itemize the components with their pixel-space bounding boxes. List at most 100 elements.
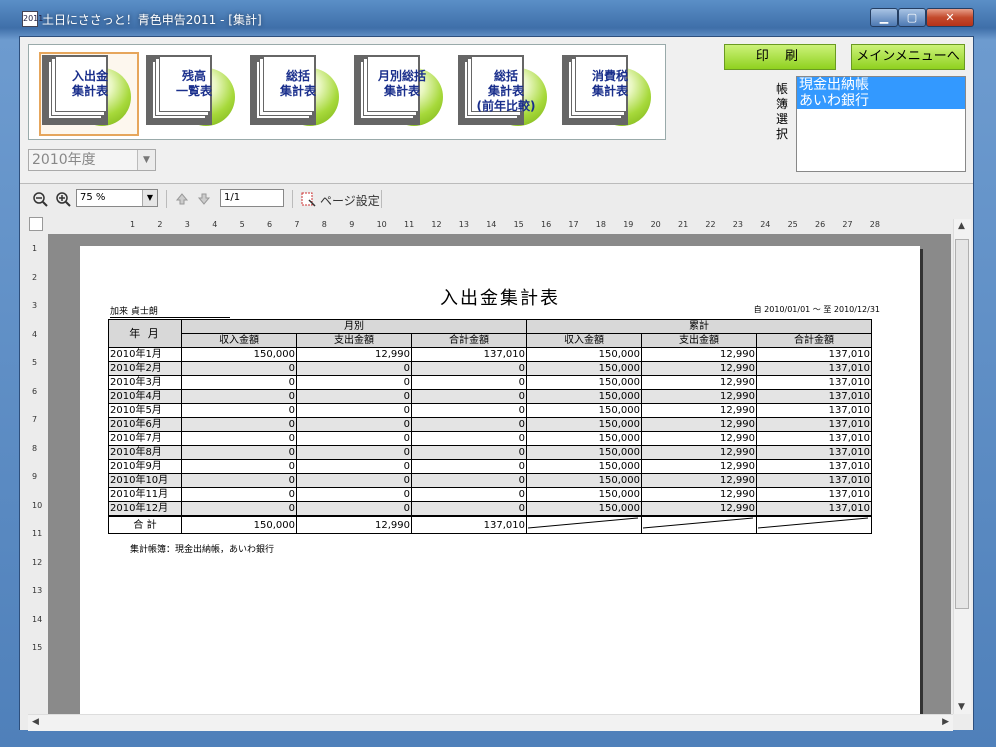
zoom-in-icon[interactable] — [55, 191, 71, 207]
table-row: 2010年9月 0 0 0 150,000 12,990 137,010 — [108, 459, 872, 474]
table-cell: 0 — [296, 417, 412, 432]
ruler-tick: 6 — [32, 386, 38, 396]
ruler-tick: 4 — [32, 329, 38, 339]
col-header-month: 年 月 — [108, 319, 182, 348]
table-cell: 合 計 — [108, 515, 182, 534]
table-cell: 150,000 — [526, 417, 642, 432]
table-row: 2010年8月 0 0 0 150,000 12,990 137,010 — [108, 445, 872, 460]
table-cell: 0 — [411, 445, 527, 460]
report-button[interactable]: 残高 一覧表 — [145, 54, 241, 134]
table-cell: 0 — [181, 473, 297, 488]
zoom-select[interactable]: 75 % ▼ — [76, 189, 158, 207]
prev-page-icon[interactable] — [175, 192, 189, 206]
report-button[interactable]: 総括 集計表 (前年比較) — [457, 54, 553, 134]
table-cell: 12,990 — [641, 473, 757, 488]
ruler-tick: 5 — [32, 358, 38, 367]
table-cell: 150,000 — [526, 361, 642, 376]
table-row: 2010年3月 0 0 0 150,000 12,990 137,010 — [108, 375, 872, 390]
table-row: 2010年6月 0 0 0 150,000 12,990 137,010 — [108, 417, 872, 432]
ledger-item[interactable]: 現金出納帳 — [797, 77, 965, 93]
table-cell: 0 — [411, 403, 527, 418]
report-button[interactable]: 入出金 集計表 — [39, 52, 139, 136]
table-cell: 12,990 — [641, 459, 757, 474]
main-menu-button[interactable]: メインメニューへ — [851, 44, 965, 70]
ledger-list[interactable]: 現金出納帳 あいわ銀行 — [796, 76, 966, 172]
scroll-down-icon[interactable]: ▼ — [958, 702, 965, 712]
col-header-income: 収入金額 — [181, 333, 297, 348]
ruler-tick: 10 — [32, 500, 43, 510]
ruler-tick: 4 — [212, 220, 218, 229]
table-cell: 0 — [181, 501, 297, 517]
col-header-income: 収入金額 — [526, 333, 642, 348]
table-cell: 0 — [181, 389, 297, 404]
chevron-down-icon[interactable]: ▼ — [137, 150, 155, 170]
table-cell: 12,990 — [641, 417, 757, 432]
scroll-right-icon[interactable]: ▶ — [942, 717, 949, 727]
table-cell: 0 — [411, 361, 527, 376]
ruler-tick: 8 — [321, 220, 327, 229]
ruler-tick: 2 — [157, 220, 163, 229]
table-cell: 12,990 — [296, 515, 412, 534]
total-row: 合 計 150,000 12,990 137,010 — [108, 515, 872, 534]
scroll-up-icon[interactable]: ▲ — [958, 221, 965, 231]
document-stack-icon: 消費税 集計表 — [575, 56, 628, 112]
page-setup-icon[interactable] — [301, 192, 316, 207]
print-button[interactable]: 印 刷 — [724, 44, 836, 70]
preview-page-area: 入出金集計表 加来 貞士朗 自 2010/01/01 ～ 至 2010/12/3… — [48, 234, 951, 714]
table-cell: 150,000 — [526, 431, 642, 446]
maximize-button[interactable]: ▢ — [898, 8, 926, 27]
ruler-tick: 21 — [678, 220, 689, 229]
document-stack-icon: 月別総括 集計表 — [367, 56, 426, 112]
vertical-scrollbar[interactable]: ▲ ▼ — [953, 219, 971, 714]
table-cell: 137,010 — [411, 347, 527, 362]
chevron-down-icon[interactable]: ▼ — [142, 190, 157, 206]
table-cell: 0 — [296, 445, 412, 460]
zoom-out-icon[interactable] — [32, 191, 48, 207]
table-cell: 0 — [296, 473, 412, 488]
scrollbar-thumb[interactable] — [955, 239, 969, 609]
table-cell: 2010年8月 — [108, 445, 182, 460]
ruler-tick: 6 — [267, 220, 273, 229]
table-cell: 0 — [296, 403, 412, 418]
table-cell: 0 — [181, 403, 297, 418]
next-page-icon[interactable] — [197, 192, 211, 206]
table-cell: 137,010 — [756, 361, 872, 376]
scroll-left-icon[interactable]: ◀ — [32, 717, 39, 727]
ruler-tick: 9 — [349, 220, 355, 229]
page-number-input[interactable]: 1/1 — [220, 189, 284, 207]
table-cell: 0 — [296, 375, 412, 390]
toolbar-divider — [381, 190, 382, 208]
ruler-tick: 13 — [32, 586, 43, 595]
horizontal-scrollbar[interactable]: ◀ ▶ — [28, 714, 953, 731]
diagonal-line — [642, 517, 754, 529]
report-button[interactable]: 月別総括 集計表 — [353, 54, 449, 134]
table-cell: 137,010 — [756, 459, 872, 474]
report-footnote: 集計帳簿：現金出納帳，あいわ銀行 — [130, 545, 275, 555]
table-cell: 12,990 — [641, 361, 757, 376]
report-button[interactable]: 総括 集計表 — [249, 54, 345, 134]
table-cell: 0 — [296, 487, 412, 502]
title-bar[interactable]: 2011 土日にささっと！青色申告2011 - [集計] ▁ ▢ ✕ — [0, 0, 996, 34]
ruler-tick: 14 — [32, 614, 43, 624]
ruler-tick: 1 — [130, 220, 136, 229]
ruler-tick: 16 — [541, 220, 552, 229]
ruler-tick: 7 — [32, 415, 38, 424]
close-button[interactable]: ✕ — [926, 8, 974, 27]
table-cell: 0 — [296, 431, 412, 446]
table-cell: 0 — [181, 487, 297, 502]
table-cell: 0 — [181, 375, 297, 390]
fiscal-year-select[interactable]: 2010年度 ▼ — [28, 149, 156, 171]
ledger-item[interactable]: あいわ銀行 — [797, 93, 965, 109]
table-cell: 150,000 — [526, 487, 642, 502]
report-button[interactable]: 消費税 集計表 — [561, 54, 657, 134]
ledger-select-label: 帳簿選択 — [776, 82, 789, 141]
table-cell: 137,010 — [756, 389, 872, 404]
table-cell: 0 — [411, 389, 527, 404]
table-cell: 150,000 — [526, 403, 642, 418]
ruler-corner — [29, 217, 43, 231]
zoom-value: 75 % — [80, 192, 106, 203]
app-window: 2011 土日にささっと！青色申告2011 - [集計] ▁ ▢ ✕ 入出金 集… — [0, 0, 996, 747]
table-row: 2010年7月 0 0 0 150,000 12,990 137,010 — [108, 431, 872, 446]
page-setup-button[interactable]: ページ設定 — [320, 192, 380, 209]
minimize-button[interactable]: ▁ — [870, 8, 898, 27]
